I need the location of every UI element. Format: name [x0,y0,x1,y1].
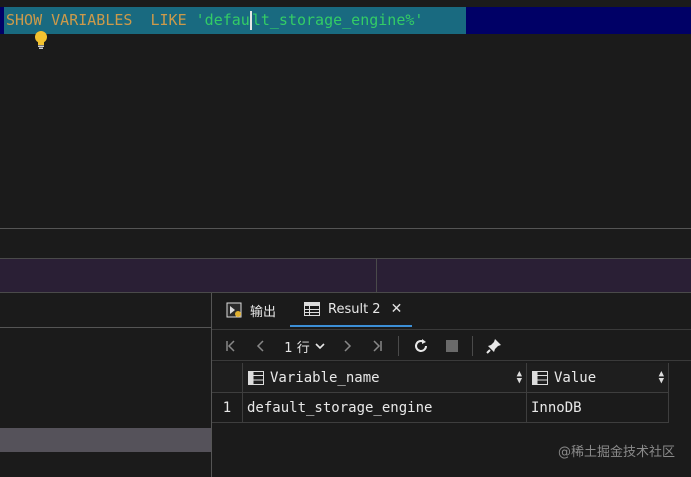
sort-icon[interactable]: ▲ ▼ [659,370,664,386]
sql-code[interactable]: SHOW VARIABLES LIKE 'defau lt_storage_eng… [6,11,423,30]
column-header-value[interactable]: Value ▲ ▼ [527,363,669,393]
result-tabs: 输出 Result 2 ✕ [212,293,691,327]
sql-keyword-like: LIKE [150,11,187,29]
prev-page-icon[interactable] [250,330,272,362]
editor-divider [0,228,691,229]
sql-string-a: 'defau [195,11,250,29]
splitter-bar[interactable] [0,258,691,293]
pin-icon[interactable] [482,330,506,362]
toolbar-separator [398,336,399,356]
lightbulb-icon[interactable] [33,30,49,50]
tab-output[interactable]: 输出 [226,293,276,327]
chevron-down-icon [315,343,325,350]
cell-variable-name[interactable]: default_storage_engine [243,393,527,423]
toolbar-separator [472,336,473,356]
row-count-dropdown[interactable]: 1 行 [280,330,330,362]
sql-keyword-show: SHOW VARIABLES [6,11,133,29]
tab-result-2[interactable]: Result 2 ✕ [290,293,412,327]
left-panel [0,293,211,477]
last-page-icon[interactable] [366,330,388,362]
refresh-icon[interactable] [409,330,433,362]
stop-icon[interactable] [441,330,463,362]
next-page-icon[interactable] [336,330,358,362]
close-icon[interactable]: ✕ [391,301,403,317]
watermark: @稀土掘金技术社区 [557,445,675,460]
sort-icon[interactable]: ▲ ▼ [517,370,522,386]
cell-value[interactable]: InnoDB [527,393,669,423]
row-number-header[interactable] [212,363,243,393]
tab-result-label: Result 2 [328,301,381,317]
column-header-label: Variable_name [270,369,380,386]
column-header-variable-name[interactable]: Variable_name ▲ ▼ [243,363,527,393]
current-line[interactable]: SHOW VARIABLES LIKE 'defau lt_storage_eng… [0,7,691,34]
sql-string-b: lt_storage_engine%' [251,11,424,29]
table-icon [532,370,548,385]
result-panel: 输出 Result 2 ✕ 1 行 Variable_name ▲ ▼ Valu… [212,293,691,477]
left-panel-scroll-thumb[interactable] [0,428,211,452]
column-header-label: Value [554,369,597,386]
tab-output-label: 输出 [250,304,277,320]
splitter-divider [376,259,377,292]
table-icon [304,302,320,316]
first-page-icon[interactable] [220,330,242,362]
row-count-label: 1 行 [284,340,310,356]
row-number[interactable]: 1 [212,393,243,423]
output-icon [226,302,242,318]
table-icon [248,370,264,385]
left-panel-divider [0,327,211,328]
sql-editor[interactable]: SHOW VARIABLES LIKE 'defau lt_storage_eng… [0,0,691,229]
result-toolbar: 1 行 [212,329,691,361]
